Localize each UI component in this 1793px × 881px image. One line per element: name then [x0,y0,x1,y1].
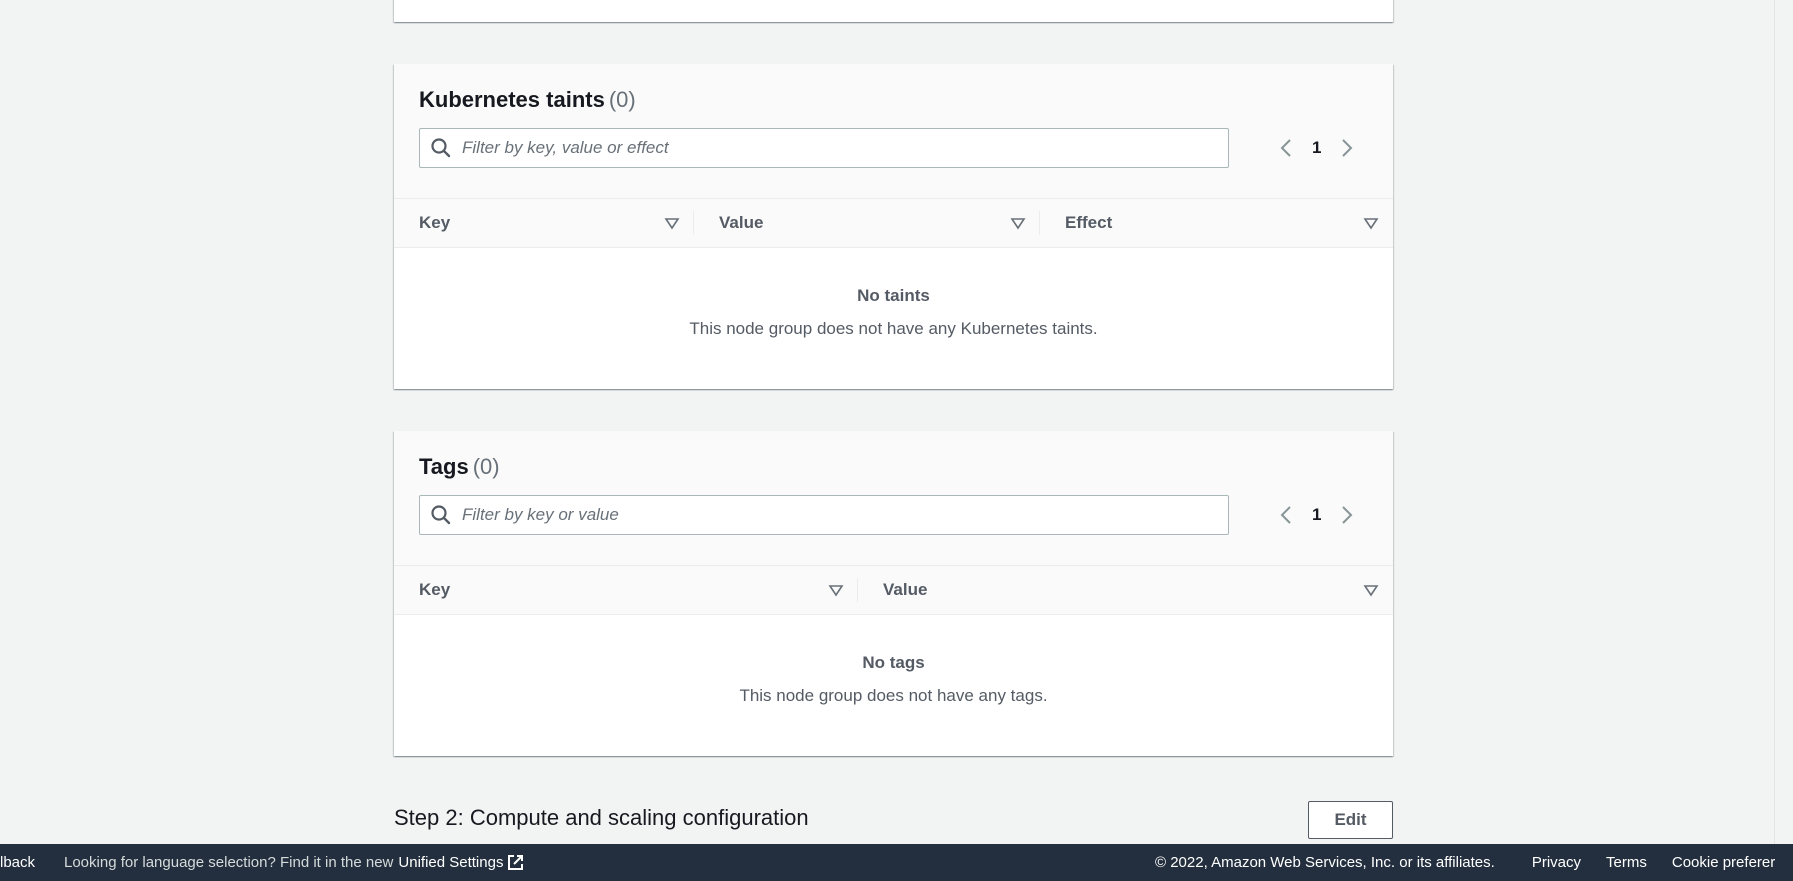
chevron-right-icon[interactable] [1335,136,1359,160]
taints-pagination: 1 [1274,128,1359,168]
tags-filter-box[interactable] [419,495,1229,535]
page-scrollbar[interactable] [1774,0,1793,844]
chevron-left-icon[interactable] [1274,136,1298,160]
step2-title: Step 2: Compute and scaling configuratio… [394,805,809,830]
panel-title-text: Kubernetes taints [419,87,605,112]
taints-filter-input[interactable] [460,137,1204,159]
chevron-right-icon[interactable] [1335,503,1359,527]
sort-caret-icon[interactable] [1363,215,1379,231]
panel-count: (0) [608,87,636,112]
panel-header: Kubernetes taints(0) 1 [394,64,1393,199]
empty-state-title: No tags [862,653,925,672]
tags-pagination: 1 [1274,495,1359,535]
page-number[interactable]: 1 [1312,138,1321,158]
panel-title: Kubernetes taints (0) [419,86,1368,114]
filter-row: 1 [419,495,1368,535]
column-label: Key [419,213,451,232]
filter-row: 1 [419,128,1368,168]
feedback-link[interactable]: lback [0,854,35,871]
column-header-value[interactable]: Value [694,199,1040,247]
privacy-link[interactable]: Privacy [1532,854,1581,871]
column-header-value[interactable]: Value [858,566,1393,614]
terms-link[interactable]: Terms [1606,854,1647,871]
panel-header: Tags(0) 1 [394,431,1393,566]
taints-filter-box[interactable] [419,128,1229,168]
kubernetes-taints-panel: Kubernetes taints(0) 1 Ke [394,64,1393,389]
empty-state-description: This node group does not have any Kubern… [689,319,1098,338]
sort-caret-icon[interactable] [828,582,844,598]
panel-title: Tags (0) [419,453,1368,481]
language-message-text: Looking for language selection? Find it … [64,854,394,871]
column-label: Key [419,580,451,599]
tags-panel: Tags(0) 1 Key [394,431,1393,756]
console-footer: lback Looking for language selection? Fi… [0,844,1793,881]
chevron-left-icon[interactable] [1274,503,1298,527]
search-icon [431,505,451,525]
panel-count: (0) [472,454,500,479]
tags-table-header: Key Value [394,566,1393,615]
empty-state: No tags This node group does not have an… [394,653,1393,706]
previous-section-panel [394,0,1393,22]
column-label: Effect [1065,213,1113,232]
column-label: Value [883,580,928,599]
column-header-effect[interactable]: Effect [1040,199,1393,247]
empty-state-description: This node group does not have any tags. [739,686,1048,705]
empty-state: No taints This node group does not have … [394,286,1393,339]
column-label: Value [719,213,764,232]
taints-table-header: Key Value Effect [394,199,1393,248]
sort-caret-icon[interactable] [1363,582,1379,598]
empty-state-title: No taints [857,286,930,305]
column-header-key[interactable]: Key [394,199,694,247]
search-icon [431,138,451,158]
language-message: Looking for language selection? Find it … [64,854,524,871]
page-number[interactable]: 1 [1312,505,1321,525]
panel-title-text: Tags [419,454,469,479]
column-header-key[interactable]: Key [394,566,858,614]
external-link-icon[interactable] [507,854,524,871]
sort-caret-icon[interactable] [1010,215,1026,231]
sort-caret-icon[interactable] [664,215,680,231]
footer-links: © 2022, Amazon Web Services, Inc. or its… [1155,854,1793,871]
edit-button[interactable]: Edit [1308,801,1393,839]
cookie-preferences-link[interactable]: Cookie preferer [1672,854,1775,871]
copyright-text: © 2022, Amazon Web Services, Inc. or its… [1155,854,1495,871]
tags-filter-input[interactable] [460,504,1204,526]
unified-settings-link[interactable]: Unified Settings [398,854,503,871]
